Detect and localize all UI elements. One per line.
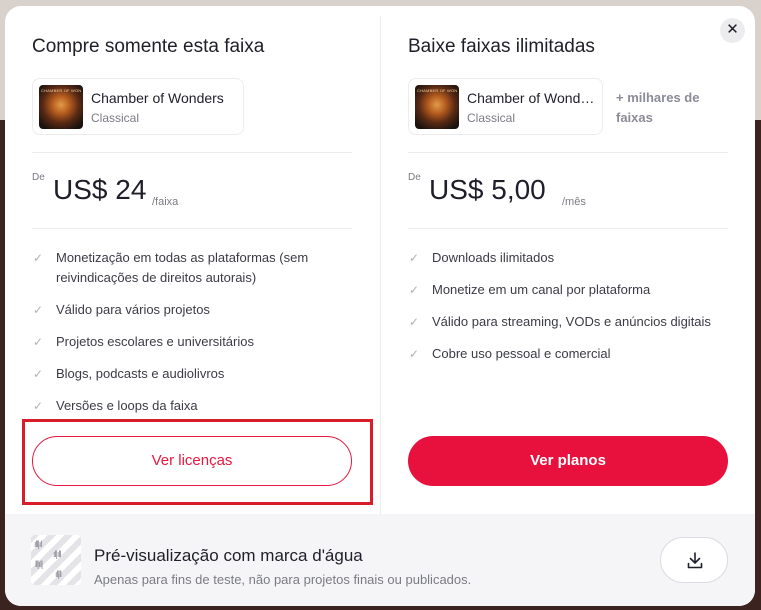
track-cover-image: CHAMBER OF WONDERS <box>415 85 459 129</box>
track-genre: Classical <box>91 111 140 125</box>
feature-item: ✓ Válido para vários projetos <box>32 300 352 320</box>
single-track-title: Compre somente esta faixa <box>32 36 265 57</box>
check-icon: ✓ <box>33 303 44 317</box>
track-name: Chamber of Wonders <box>91 90 224 106</box>
separator <box>32 152 352 153</box>
unlimited-features: ✓ Downloads ilimitados ✓ Monetize em um can… <box>408 248 728 376</box>
highlight-box <box>22 419 373 505</box>
more-tracks-label: + milhares de faixas <box>616 90 700 125</box>
price-from-label: De <box>32 172 45 183</box>
price-unit: /faixa <box>152 196 179 208</box>
feature-text: Projetos escolares e universitários <box>56 334 254 349</box>
feature-text: Válido para streaming, VODs e anúncios d… <box>432 314 711 329</box>
unlimited-column: Baixe faixas ilimitadas CHAMBER OF WONDE… <box>381 6 755 514</box>
check-icon: ✓ <box>409 251 420 265</box>
watermark-preview-subtitle: Apenas para fins de teste, não para proj… <box>94 572 472 587</box>
separator <box>32 228 352 229</box>
track-price: US$ 24 <box>53 174 147 205</box>
feature-item: ✓ Blogs, podcasts e audiolivros <box>32 364 352 384</box>
check-icon: ✓ <box>33 251 44 265</box>
unlimited-title: Baixe faixas ilimitadas <box>408 36 595 57</box>
check-icon: ✓ <box>33 399 44 413</box>
check-icon: ✓ <box>409 283 420 297</box>
track-cover-image: CHAMBER OF WONDERS <box>39 85 83 129</box>
single-track-column: Compre somente esta faixa CHAMBER OF WON… <box>5 6 380 514</box>
cover-lettering: CHAMBER OF WONDERS <box>417 88 457 93</box>
single-track-features: ✓ Monetização em todas as plataformas (se… <box>32 248 352 428</box>
feature-text: Monetização em todas as plataformas (sem… <box>56 250 309 285</box>
feature-item: ✓ Cobre uso pessoal e comercial <box>408 344 728 364</box>
separator <box>408 152 728 153</box>
view-plans-button[interactable]: Ver planos <box>408 436 728 486</box>
cover-lettering: CHAMBER OF WONDERS <box>41 88 81 93</box>
track-card: CHAMBER OF WONDERS Chamber of Wonders Cl… <box>408 78 603 135</box>
price-from-label: De <box>408 172 421 183</box>
download-icon <box>687 552 703 569</box>
feature-item: ✓ Versões e loops da faixa <box>32 396 352 416</box>
track-name: Chamber of Wonders <box>467 90 597 106</box>
check-icon: ✓ <box>33 335 44 349</box>
feature-text: Monetize em um canal por plataforma <box>432 282 651 297</box>
track-genre: Classical <box>467 111 516 125</box>
check-icon: ✓ <box>33 367 44 381</box>
feature-text: Blogs, podcasts e audiolivros <box>56 366 225 381</box>
license-modal: ✕ Compre somente esta faixa CHAMBER OF W… <box>5 6 755 606</box>
download-preview-button[interactable] <box>660 537 728 583</box>
check-icon: ✓ <box>409 315 420 329</box>
feature-text: Cobre uso pessoal e comercial <box>432 346 611 361</box>
feature-item: ✓ Válido para streaming, VODs e anúncios … <box>408 312 728 332</box>
subscription-price: US$ 5,00 <box>429 174 546 205</box>
feature-text: Válido para vários projetos <box>56 302 210 317</box>
feature-item: ✓ Monetização em todas as plataformas (se… <box>32 248 352 288</box>
feature-item: ✓ Downloads ilimitados <box>408 248 728 268</box>
watermark-preview-bar: ıll|ıl ıl|ıll ll|ıl| ıl|ll Pré-visualiza… <box>5 514 755 606</box>
check-icon: ✓ <box>409 347 420 361</box>
waveform-icon: ıll|ıl ıl|ıll ll|ıl| ıl|ll <box>31 535 81 585</box>
feature-item: ✓ Monetize em um canal por plataforma <box>408 280 728 300</box>
feature-text: Downloads ilimitados <box>432 250 555 265</box>
track-card: CHAMBER OF WONDERS Chamber of Wonders Cl… <box>32 78 244 135</box>
price-unit: /mês <box>562 196 586 208</box>
watermark-preview-title: Pré-visualização com marca d'água <box>94 546 363 565</box>
feature-item: ✓ Projetos escolares e universitários <box>32 332 352 352</box>
separator <box>408 228 728 229</box>
feature-text: Versões e loops da faixa <box>56 398 198 413</box>
